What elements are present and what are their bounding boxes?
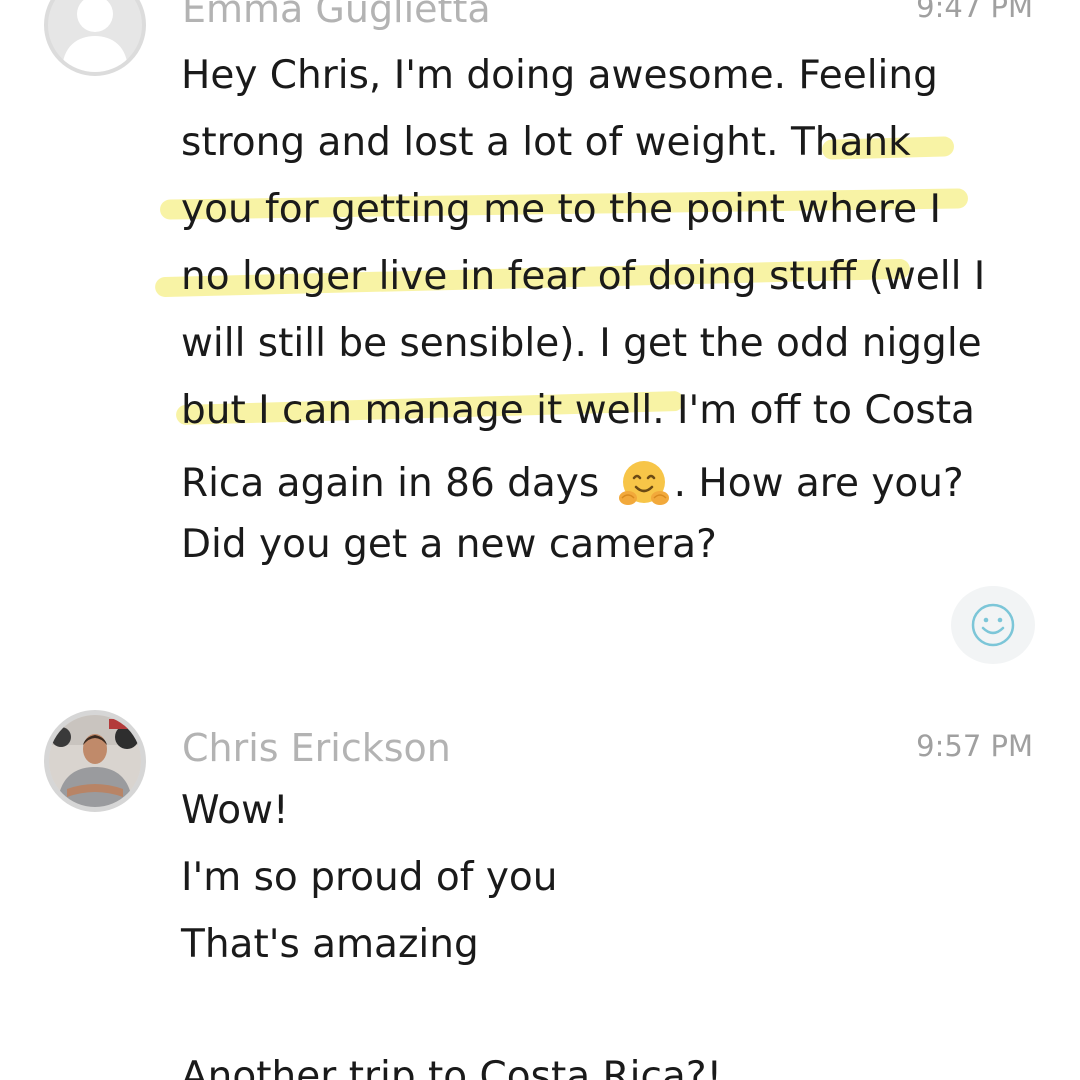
- message-line: I'm so proud of you: [181, 855, 558, 900]
- message-line: Hey Chris, I'm doing awesome. Feeling: [181, 53, 938, 98]
- message-time: 9:57 PM: [916, 729, 1033, 763]
- user-photo: [49, 715, 141, 807]
- message-line: you for getting me to the point where I: [181, 187, 941, 232]
- sender-name: Chris Erickson: [182, 726, 451, 770]
- sender-name: Emma Guglietta: [182, 0, 491, 31]
- avatar-chris[interactable]: [44, 710, 146, 812]
- message-line: Did you get a new camera?: [181, 522, 717, 567]
- default-avatar-icon: [62, 0, 128, 72]
- message-time: 9:47 PM: [916, 0, 1033, 24]
- message-text: . How are you?: [673, 461, 964, 506]
- message-line: but I can manage it well. I'm off to Cos…: [181, 388, 975, 433]
- message-line: That's amazing: [181, 922, 479, 967]
- message-text: Rica again in 86 days: [181, 461, 600, 506]
- smiley-icon: [971, 603, 1015, 647]
- chat-thread: Emma Guglietta 9:47 PM Hey Chris, I'm do…: [0, 0, 1080, 1080]
- hugging-face-emoji: [618, 461, 669, 505]
- message-line: will still be sensible). I get the odd n…: [181, 321, 982, 366]
- add-reaction-button[interactable]: [951, 586, 1035, 664]
- message-line: Wow!: [181, 788, 289, 833]
- message-line: Rica again in 86 days . How are you?: [181, 458, 964, 510]
- avatar-emma[interactable]: [44, 0, 146, 76]
- message-line: Another trip to Costa Rica?!: [181, 1054, 723, 1080]
- message-line: no longer live in fear of doing stuff (w…: [181, 254, 986, 299]
- message-line: strong and lost a lot of weight. Thank: [181, 120, 911, 165]
